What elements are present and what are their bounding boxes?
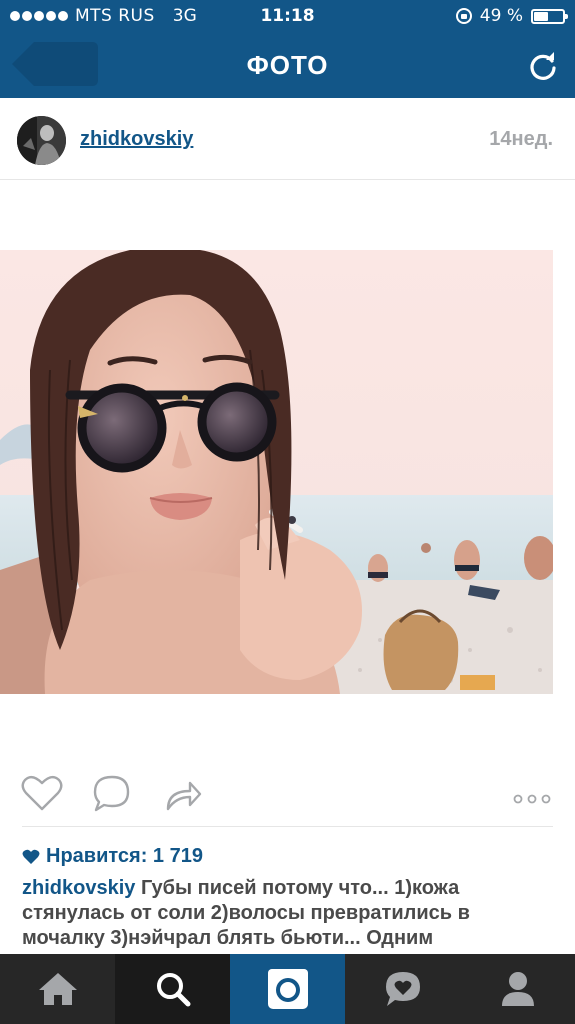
heart-icon bbox=[21, 775, 63, 811]
comment-bubble-icon bbox=[93, 775, 130, 812]
post-username[interactable]: zhidkovskiy bbox=[80, 128, 193, 151]
tab-bar bbox=[0, 954, 575, 1024]
battery-level bbox=[534, 11, 548, 21]
actions-divider bbox=[22, 826, 553, 827]
battery-icon bbox=[531, 8, 568, 24]
activity-icon bbox=[385, 972, 420, 1006]
nav-bar: ФОТО bbox=[0, 34, 575, 98]
likes-text: Нравится: 1 719 bbox=[46, 845, 203, 867]
tab-profile[interactable] bbox=[460, 954, 575, 1024]
battery-percent: 49 % bbox=[479, 6, 523, 26]
tab-activity[interactable] bbox=[345, 954, 460, 1024]
refresh-button[interactable] bbox=[527, 50, 559, 82]
small-heart-icon bbox=[22, 849, 40, 864]
share-button[interactable] bbox=[162, 773, 206, 813]
post-actions bbox=[0, 765, 575, 825]
more-dots-icon bbox=[513, 794, 551, 804]
avatar[interactable] bbox=[17, 116, 66, 165]
tab-camera[interactable] bbox=[230, 954, 345, 1024]
page-title: ФОТО bbox=[246, 50, 329, 80]
post-timestamp: 14нед. bbox=[489, 128, 553, 150]
search-icon bbox=[156, 973, 190, 1007]
avatar-image bbox=[17, 116, 66, 165]
status-right: 49 % bbox=[455, 6, 568, 26]
status-bar: MTS RUS 3G 11:18 49 % bbox=[0, 0, 575, 34]
tab-home[interactable] bbox=[0, 954, 115, 1024]
camera-icon bbox=[267, 969, 308, 1009]
post-caption: zhidkovskiy Губы писей потому что... 1)к… bbox=[22, 876, 542, 954]
comment-button[interactable] bbox=[90, 773, 134, 813]
post-header: zhidkovskiy 14нед. bbox=[0, 98, 575, 180]
likes-count[interactable]: Нравится: 1 719 bbox=[22, 845, 203, 868]
more-options-button[interactable] bbox=[510, 773, 554, 813]
rotation-lock-icon bbox=[455, 8, 472, 24]
post-photo[interactable] bbox=[0, 250, 553, 694]
refresh-icon bbox=[530, 52, 556, 80]
like-button[interactable] bbox=[20, 773, 64, 813]
profile-icon bbox=[501, 972, 534, 1006]
beach-selfie-image bbox=[0, 250, 553, 694]
home-icon bbox=[38, 973, 77, 1005]
tab-search[interactable] bbox=[115, 954, 230, 1024]
share-arrow-icon bbox=[166, 781, 202, 811]
caption-username[interactable]: zhidkovskiy bbox=[22, 877, 135, 899]
